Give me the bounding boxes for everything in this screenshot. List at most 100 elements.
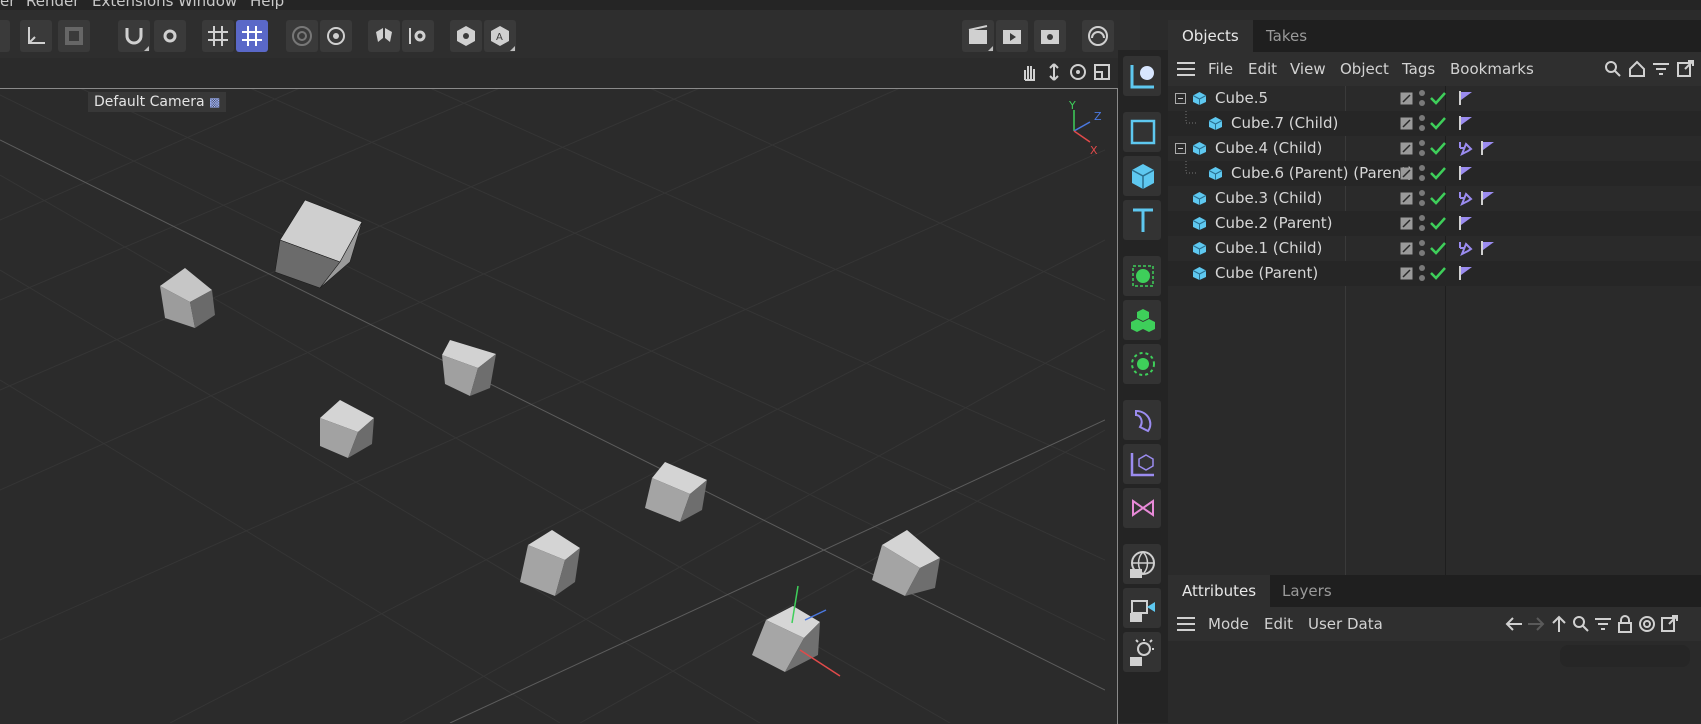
object-name[interactable]: Cube.5	[1215, 89, 1268, 107]
attributes-search-field[interactable]	[1560, 645, 1690, 667]
menu-bookmarks[interactable]: Bookmarks	[1450, 60, 1534, 78]
object-row[interactable]: Cube.2 (Parent)	[1168, 211, 1701, 236]
filter-icon[interactable]	[1594, 615, 1612, 633]
object-name[interactable]: Cube.4 (Child)	[1215, 139, 1322, 157]
phong-tag-icon[interactable]	[1458, 215, 1474, 231]
lock-icon[interactable]	[1616, 615, 1634, 633]
menu-item-help[interactable]: Help	[250, 0, 284, 10]
menu-object[interactable]: Object	[1340, 60, 1389, 78]
selection-settings-button[interactable]	[320, 20, 352, 52]
object-row[interactable]: Cube.6 (Parent) (Parent)	[1168, 161, 1701, 186]
object-name[interactable]: Cube.2 (Parent)	[1215, 214, 1333, 232]
target-icon[interactable]	[1638, 615, 1656, 633]
object-name[interactable]: Cube.7 (Child)	[1231, 114, 1338, 132]
enabled-check-icon[interactable]	[1430, 141, 1446, 155]
pin-tag-icon[interactable]	[1458, 140, 1474, 156]
spline-wrap-button[interactable]	[1123, 488, 1161, 528]
layer-edit-icon[interactable]	[1400, 217, 1413, 230]
layer-edit-icon[interactable]	[1400, 117, 1413, 130]
subdivision-surface-button[interactable]	[1123, 256, 1161, 296]
phong-tag-icon[interactable]	[1480, 240, 1496, 256]
camera-label[interactable]: Default Camera ▩	[88, 92, 227, 112]
cube-primitive-button[interactable]	[1123, 156, 1161, 196]
enabled-check-icon[interactable]	[1430, 166, 1446, 180]
tab-objects[interactable]: Objects	[1168, 20, 1253, 52]
world-axis-button[interactable]	[20, 20, 52, 52]
maximize-view-icon[interactable]	[1092, 62, 1112, 82]
visibility-dots-icon[interactable]	[1418, 89, 1426, 108]
menu-user-data[interactable]: User Data	[1308, 615, 1383, 633]
object-row[interactable]: Cube.3 (Child)	[1168, 186, 1701, 211]
soft-selection-button[interactable]	[286, 20, 318, 52]
object-name[interactable]: Cube (Parent)	[1215, 264, 1318, 282]
null-object-button[interactable]	[1123, 56, 1161, 96]
object-name[interactable]: Cube.6 (Parent) (Parent)	[1231, 164, 1413, 182]
layer-edit-icon[interactable]	[1400, 192, 1413, 205]
pan-icon[interactable]	[1020, 62, 1040, 82]
object-row[interactable]: Cube.7 (Child)	[1168, 111, 1701, 136]
object-name[interactable]: Cube.1 (Child)	[1215, 239, 1322, 257]
cloner-button[interactable]	[1123, 300, 1161, 340]
spline-rectangle-button[interactable]	[1123, 112, 1161, 152]
visibility-dots-icon[interactable]	[1418, 114, 1426, 133]
light-object-button[interactable]	[1123, 632, 1161, 672]
layer-edit-icon[interactable]	[1400, 267, 1413, 280]
phong-tag-icon[interactable]	[1458, 165, 1474, 181]
phong-tag-icon[interactable]	[1480, 190, 1496, 206]
rotate-camera-icon[interactable]	[1068, 62, 1088, 82]
home-icon[interactable]	[1628, 60, 1646, 78]
filter-icon[interactable]	[1652, 60, 1670, 78]
hamburger-icon[interactable]	[1176, 61, 1196, 77]
layer-edit-icon[interactable]	[1400, 167, 1413, 180]
visibility-dots-icon[interactable]	[1418, 139, 1426, 158]
snap-settings-button[interactable]	[154, 20, 186, 52]
visibility-dots-icon[interactable]	[1418, 264, 1426, 283]
enabled-check-icon[interactable]	[1430, 91, 1446, 105]
move-camera-icon[interactable]	[1044, 62, 1064, 82]
symmetry-button[interactable]	[368, 20, 400, 52]
phong-tag-icon[interactable]	[1458, 115, 1474, 131]
new-window-icon[interactable]	[1660, 615, 1678, 633]
environment-button[interactable]	[1123, 544, 1161, 584]
tab-takes[interactable]: Takes	[1252, 20, 1321, 52]
workplane-snap-button[interactable]	[236, 20, 268, 52]
layer-edit-icon[interactable]	[1400, 142, 1413, 155]
hamburger-icon[interactable]	[1176, 616, 1196, 632]
phong-tag-icon[interactable]	[1458, 90, 1474, 106]
menu-item-extensions[interactable]: Extensions	[92, 0, 173, 10]
menu-tags[interactable]: Tags	[1402, 60, 1435, 78]
object-row[interactable]: Cube (Parent)	[1168, 261, 1701, 286]
forward-arrow-icon[interactable]	[1526, 615, 1546, 633]
object-row[interactable]: Cube.1 (Child)	[1168, 236, 1701, 261]
object-name[interactable]: Cube.3 (Child)	[1215, 189, 1322, 207]
pin-tag-icon[interactable]	[1458, 240, 1474, 256]
collapse-icon[interactable]	[1175, 143, 1186, 154]
layer-edit-icon[interactable]	[1400, 92, 1413, 105]
snap-magnet-button[interactable]	[118, 20, 150, 52]
search-icon[interactable]	[1604, 60, 1622, 78]
object-mode-button[interactable]	[58, 20, 90, 52]
toolbar-button-partial[interactable]	[0, 20, 10, 52]
menu-edit[interactable]: Edit	[1248, 60, 1277, 78]
object-row[interactable]: Cube.5	[1168, 86, 1701, 111]
menu-item-render[interactable]: Render	[26, 0, 79, 10]
viewport-solo-button[interactable]	[450, 20, 482, 52]
layer-edit-icon[interactable]	[1400, 242, 1413, 255]
visibility-dots-icon[interactable]	[1418, 164, 1426, 183]
enabled-check-icon[interactable]	[1430, 216, 1446, 230]
text-spline-button[interactable]	[1123, 200, 1161, 240]
visibility-dots-icon[interactable]	[1418, 239, 1426, 258]
phong-tag-icon[interactable]	[1480, 140, 1496, 156]
collapse-icon[interactable]	[1175, 93, 1186, 104]
render-region-button[interactable]	[962, 20, 994, 52]
symmetry-settings-button[interactable]	[402, 20, 434, 52]
enabled-check-icon[interactable]	[1430, 116, 1446, 130]
menu-view[interactable]: View	[1290, 60, 1326, 78]
enabled-check-icon[interactable]	[1430, 266, 1446, 280]
back-arrow-icon[interactable]	[1504, 615, 1524, 633]
redshift-button[interactable]	[1082, 20, 1114, 52]
search-icon[interactable]	[1572, 615, 1590, 633]
up-arrow-icon[interactable]	[1550, 615, 1568, 633]
menu-item-cut[interactable]: er	[0, 0, 15, 10]
new-window-icon[interactable]	[1676, 60, 1694, 78]
